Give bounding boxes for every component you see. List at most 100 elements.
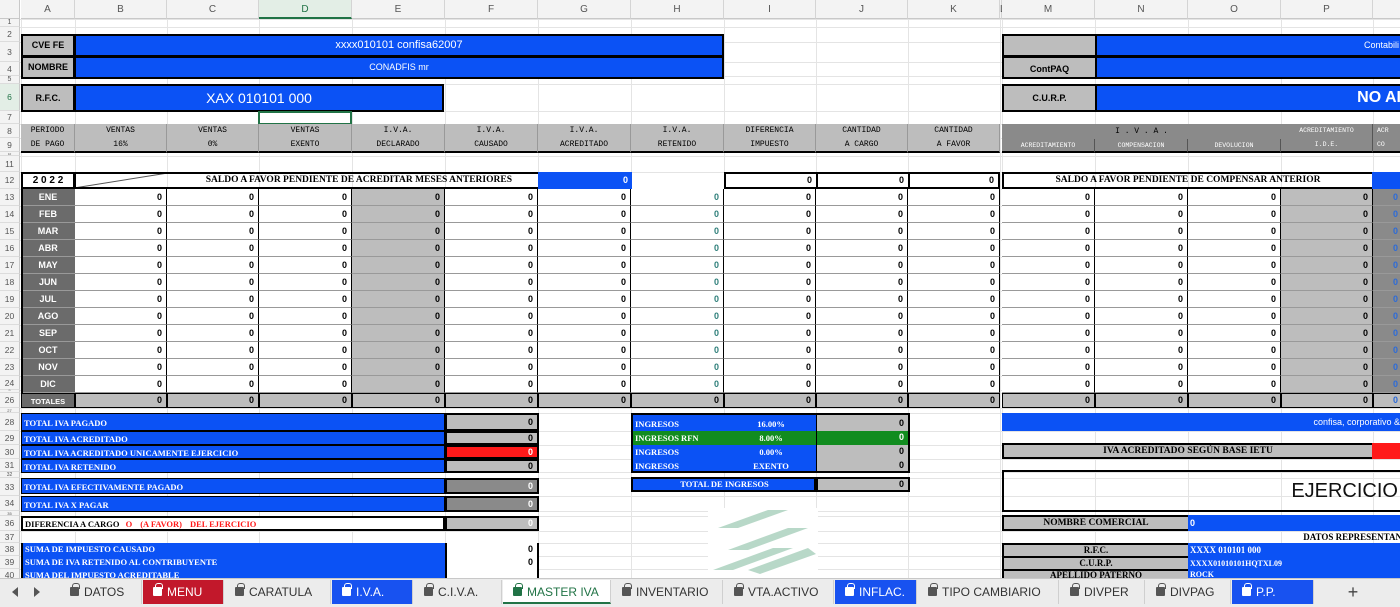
ingresos-value-2[interactable]: 0 xyxy=(816,445,910,459)
value-cell[interactable]: 0 xyxy=(352,206,445,223)
value-cell[interactable]: 0 xyxy=(75,325,167,342)
value-cell[interactable]: 0 xyxy=(1188,206,1281,223)
value-cell[interactable]: 0 xyxy=(445,308,538,325)
contpaq-value[interactable] xyxy=(1095,56,1400,79)
rep-apellido-value[interactable]: ROCK xyxy=(1188,569,1400,578)
row-header-31[interactable]: 31 xyxy=(0,459,20,472)
value-cell[interactable]: 0 xyxy=(538,240,631,257)
value-cell[interactable]: 0 xyxy=(1373,257,1400,274)
value-cell[interactable]: 0 xyxy=(724,291,816,308)
value-cell[interactable]: 0 xyxy=(445,359,538,376)
value-cell[interactable]: 0 xyxy=(816,325,908,342)
row-header-24[interactable]: 24 xyxy=(0,376,20,390)
value-cell[interactable]: 0 xyxy=(1373,240,1400,257)
value-cell[interactable]: 0 xyxy=(908,189,1000,206)
value-cell[interactable]: 0 xyxy=(1095,223,1188,240)
row-header-14[interactable]: 14 xyxy=(0,206,20,223)
value-cell[interactable]: 0 xyxy=(1002,376,1095,393)
value-cell[interactable]: 0 xyxy=(1095,376,1188,393)
value-cell[interactable]: 0 xyxy=(1095,240,1188,257)
column-header-k[interactable]: K xyxy=(908,0,1000,19)
value-cell[interactable]: 0 xyxy=(816,359,908,376)
column-header-d[interactable]: D xyxy=(259,0,352,19)
value-cell[interactable]: 0 xyxy=(167,257,259,274)
diferencia-value[interactable]: 0 xyxy=(445,516,539,531)
value-cell[interactable]: 0 xyxy=(816,206,908,223)
value-cell[interactable]: 0 xyxy=(75,223,167,240)
column-header-m[interactable]: M xyxy=(1002,0,1095,19)
row-header-16[interactable]: 16 xyxy=(0,240,20,257)
value-cell[interactable]: 0 xyxy=(1188,223,1281,240)
value-cell[interactable]: 0 xyxy=(816,189,908,206)
row-header-12[interactable]: 12 xyxy=(0,172,20,189)
column-header-f[interactable]: F xyxy=(445,0,538,19)
value-cell[interactable]: 0 xyxy=(1373,376,1400,393)
nombre-comercial-value[interactable]: 0 xyxy=(1188,515,1400,531)
total-cell[interactable]: 0 xyxy=(1281,393,1373,408)
column-header-j[interactable]: J xyxy=(816,0,908,19)
value-cell[interactable]: 0 xyxy=(631,206,724,223)
value-cell[interactable]: 0 xyxy=(259,325,352,342)
value-cell[interactable]: 0 xyxy=(75,206,167,223)
value-cell[interactable]: 0 xyxy=(352,291,445,308)
value-cell[interactable]: 0 xyxy=(445,257,538,274)
value-cell[interactable]: 0 xyxy=(352,189,445,206)
value-cell[interactable]: 0 xyxy=(1095,274,1188,291)
value-cell[interactable]: 0 xyxy=(167,223,259,240)
value-cell[interactable]: 0 xyxy=(631,223,724,240)
value-cell[interactable]: 0 xyxy=(631,274,724,291)
value-cell[interactable]: 0 xyxy=(1281,359,1373,376)
value-cell[interactable]: 0 xyxy=(167,376,259,393)
total-ingresos-value[interactable]: 0 xyxy=(816,477,910,492)
value-cell[interactable]: 0 xyxy=(538,359,631,376)
value-cell[interactable]: 0 xyxy=(816,240,908,257)
value-cell[interactable]: 0 xyxy=(724,308,816,325)
value-cell[interactable]: 0 xyxy=(538,257,631,274)
value-cell[interactable]: 0 xyxy=(908,223,1000,240)
selected-cell[interactable] xyxy=(258,111,352,125)
total-cell[interactable]: 0 xyxy=(1002,393,1095,408)
sheet-tab-menu[interactable]: MENU xyxy=(143,580,224,604)
row-header-19[interactable]: 19 xyxy=(0,291,20,308)
value-cell[interactable]: 0 xyxy=(1281,325,1373,342)
value-cell[interactable]: 0 xyxy=(1373,223,1400,240)
value-cell[interactable]: 0 xyxy=(75,376,167,393)
row-header-22[interactable]: 22 xyxy=(0,342,20,359)
total-cell[interactable]: 0 xyxy=(167,393,259,408)
column-header-c[interactable]: C xyxy=(167,0,259,19)
value-cell[interactable]: 0 xyxy=(1188,274,1281,291)
sheet-tab-p-p[interactable]: P.P. xyxy=(1232,580,1314,604)
row-header-20[interactable]: 20 xyxy=(0,308,20,325)
row-header-13[interactable]: 13 xyxy=(0,189,20,206)
value-cell[interactable]: 0 xyxy=(445,223,538,240)
value-cell[interactable]: 0 xyxy=(724,359,816,376)
value-cell[interactable]: 0 xyxy=(259,274,352,291)
value-cell[interactable]: 0 xyxy=(75,240,167,257)
value-cell[interactable]: 0 xyxy=(631,342,724,359)
value-cell[interactable]: 0 xyxy=(1002,257,1095,274)
value-cell[interactable]: 0 xyxy=(352,257,445,274)
value-cell[interactable]: 0 xyxy=(1281,189,1373,206)
value-cell[interactable]: 0 xyxy=(631,376,724,393)
sheet-tab-vta-activo[interactable]: VTA.ACTIVO xyxy=(724,580,834,604)
value-cell[interactable]: 0 xyxy=(1095,325,1188,342)
value-cell[interactable]: 0 xyxy=(445,376,538,393)
value-cell[interactable]: 0 xyxy=(1188,291,1281,308)
value-cell[interactable]: 0 xyxy=(1281,240,1373,257)
value-cell[interactable]: 0 xyxy=(445,206,538,223)
value-cell[interactable]: 0 xyxy=(167,308,259,325)
sheet-tab-divpag[interactable]: DIVPAG xyxy=(1146,580,1231,604)
value-cell[interactable]: 0 xyxy=(631,359,724,376)
total-cell[interactable]: 0 xyxy=(724,393,816,408)
ingresos-value-0[interactable]: 0 xyxy=(816,413,910,431)
value-cell[interactable]: 0 xyxy=(1095,359,1188,376)
tab-scroll-left-icon[interactable] xyxy=(12,587,18,597)
column-header-e[interactable]: E xyxy=(352,0,445,19)
value-cell[interactable]: 0 xyxy=(75,359,167,376)
row-header-15[interactable]: 15 xyxy=(0,223,20,240)
value-cell[interactable]: 0 xyxy=(259,189,352,206)
value-cell[interactable]: 0 xyxy=(908,240,1000,257)
value-cell[interactable]: 0 xyxy=(724,274,816,291)
value-cell[interactable]: 0 xyxy=(167,274,259,291)
value-cell[interactable]: 0 xyxy=(538,189,631,206)
